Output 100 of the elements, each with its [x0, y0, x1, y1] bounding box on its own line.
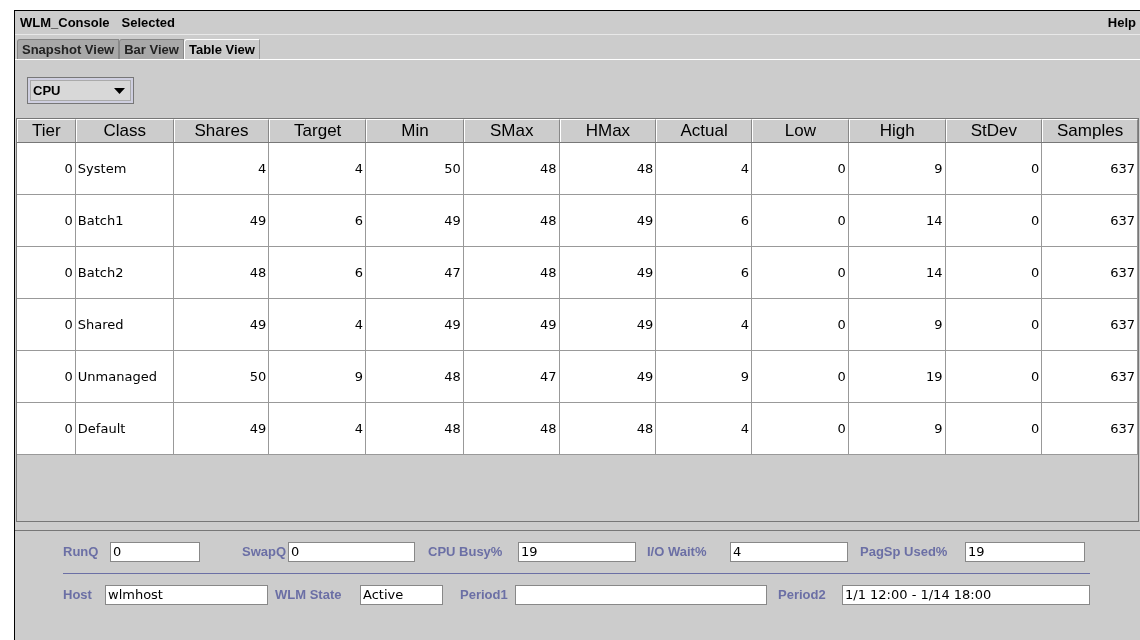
table-cell: 4 — [656, 143, 753, 194]
table-cell: 0 — [945, 143, 1043, 194]
tab[interactable]: Snapshot View — [17, 39, 120, 59]
table-cell: 49 — [173, 299, 270, 350]
column-header[interactable]: Target — [269, 119, 367, 142]
table-cell: 48 — [559, 143, 657, 194]
table-cell: 637 — [1042, 351, 1138, 402]
column-header[interactable]: Shares — [173, 119, 270, 142]
table-cell: 637 — [1042, 195, 1138, 246]
table-cell: 48 — [463, 143, 560, 194]
field-label: CPU Busy% — [428, 543, 504, 562]
table-cell: 19 — [848, 351, 946, 402]
table-cell: 0 — [945, 351, 1043, 402]
table-cell: 48 — [173, 247, 270, 298]
table-cell: 47 — [366, 247, 464, 298]
input-field[interactable]: 4 — [730, 542, 848, 562]
input-field[interactable]: 0 — [110, 542, 200, 562]
table-cell: 14 — [848, 247, 946, 298]
input-field[interactable] — [515, 585, 767, 605]
field-label: Host — [63, 586, 93, 605]
column-header[interactable]: High — [848, 119, 946, 142]
table-cell: 9 — [848, 143, 946, 194]
table-cell: 4 — [269, 143, 367, 194]
field-label: I/O Wait% — [647, 543, 708, 562]
input-field[interactable]: 19 — [518, 542, 636, 562]
table-cell: 0 — [17, 299, 76, 350]
table-cell: 48 — [463, 403, 560, 454]
table-cell: 0 — [945, 195, 1043, 246]
input-field[interactable]: 0 — [288, 542, 415, 562]
field-label: PagSp Used% — [860, 543, 949, 562]
field-label: SwapQ — [242, 543, 288, 562]
table-cell: System — [75, 143, 174, 194]
table-cell: 9 — [269, 351, 367, 402]
field-label: RunQ — [63, 543, 100, 562]
column-header[interactable]: Samples — [1042, 119, 1138, 142]
table-cell: 637 — [1042, 143, 1138, 194]
tab[interactable]: Table View — [183, 39, 260, 59]
field-label: WLM State — [275, 586, 343, 605]
table-cell: 0 — [17, 403, 76, 454]
table-cell: 637 — [1042, 403, 1138, 454]
table-cell: 6 — [269, 195, 367, 246]
table-cell: 4 — [269, 299, 367, 350]
table-cell: 48 — [559, 403, 657, 454]
table-cell: Batch2 — [75, 247, 174, 298]
table-cell: 49 — [173, 195, 270, 246]
table-cell: 50 — [173, 351, 270, 402]
table-cell: 0 — [752, 195, 849, 246]
column-header[interactable]: SMax — [463, 119, 560, 142]
table-cell: 49 — [366, 299, 464, 350]
resource-dropdown[interactable]: CPU — [27, 77, 134, 104]
table-cell: 50 — [366, 143, 464, 194]
table-cell: 4 — [656, 299, 753, 350]
column-header[interactable]: Min — [366, 119, 464, 142]
table-cell: Unmanaged — [75, 351, 174, 402]
table-cell: 0 — [752, 299, 849, 350]
table-cell: 0 — [945, 403, 1043, 454]
table-cell: 6 — [656, 195, 753, 246]
table-cell: 4 — [656, 403, 753, 454]
table-cell: 637 — [1042, 247, 1138, 298]
tab[interactable]: Bar View — [119, 39, 184, 59]
table-cell: 4 — [173, 143, 270, 194]
table-cell: 48 — [463, 247, 560, 298]
input-field[interactable]: wlmhost — [105, 585, 268, 605]
table-cell: 48 — [366, 351, 464, 402]
column-header[interactable]: Tier — [17, 119, 76, 142]
menu-item[interactable]: WLM_Console — [19, 12, 111, 33]
table-cell: 0 — [17, 351, 76, 402]
column-header[interactable]: Low — [752, 119, 849, 142]
table-cell: 6 — [656, 247, 753, 298]
table-cell: Default — [75, 403, 174, 454]
table-cell: 49 — [463, 299, 560, 350]
table-cell: 49 — [559, 247, 657, 298]
table-cell: 48 — [366, 403, 464, 454]
column-header[interactable]: Actual — [656, 119, 753, 142]
table-cell: 0 — [17, 247, 76, 298]
table-cell: 49 — [173, 403, 270, 454]
help-menu[interactable]: Help — [1107, 12, 1136, 33]
table-cell: 637 — [1042, 299, 1138, 350]
table-cell: 47 — [463, 351, 560, 402]
column-header[interactable]: HMax — [559, 119, 657, 142]
field-label: Period1 — [460, 586, 509, 605]
table-cell: Shared — [75, 299, 174, 350]
table-cell: 0 — [945, 299, 1043, 350]
field-label: Period2 — [778, 586, 827, 605]
table-cell: 49 — [366, 195, 464, 246]
table-cell: 0 — [752, 143, 849, 194]
table-cell: 0 — [17, 195, 76, 246]
menu-item[interactable]: Selected — [120, 12, 177, 33]
table-cell: 6 — [269, 247, 367, 298]
table-cell: 9 — [656, 351, 753, 402]
table-cell: 14 — [848, 195, 946, 246]
input-field[interactable]: Active — [360, 585, 443, 605]
input-field[interactable]: 1/1 12:00 - 1/14 18:00 — [842, 585, 1090, 605]
table-cell: 0 — [17, 143, 76, 194]
column-header[interactable]: Class — [75, 119, 174, 142]
dropdown-caret-icon — [114, 87, 125, 94]
table-cell: 49 — [559, 195, 657, 246]
column-header[interactable]: StDev — [945, 119, 1043, 142]
input-field[interactable]: 19 — [965, 542, 1085, 562]
table-cell: 0 — [752, 247, 849, 298]
